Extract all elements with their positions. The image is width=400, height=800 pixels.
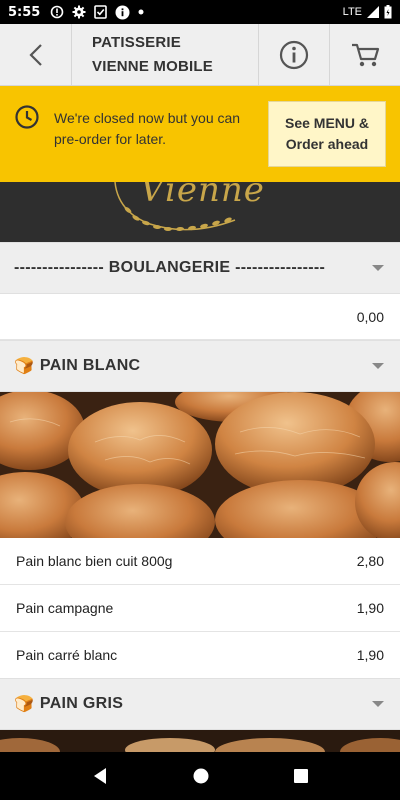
app-title-line1: PATISSERIE — [92, 33, 181, 51]
status-bar: 5:55 LTE — [0, 0, 400, 24]
chevron-left-icon — [28, 44, 42, 66]
home-circle-icon[interactable] — [192, 767, 210, 785]
chevron-down-icon — [372, 265, 384, 271]
logo-banner: Vienne — [0, 182, 400, 242]
status-right: LTE — [343, 5, 392, 19]
notification-icon — [51, 5, 64, 19]
logo-text: Vienne — [140, 182, 265, 210]
bread-photo — [0, 392, 400, 538]
chevron-down-icon — [372, 701, 384, 707]
order-ahead-button[interactable]: See MENU & Order ahead — [268, 101, 386, 167]
dot-icon — [138, 9, 144, 15]
recents-square-icon[interactable] — [293, 768, 309, 784]
list-item[interactable]: Pain blanc bien cuit 800g 2,80 — [0, 538, 400, 585]
chevron-down-icon — [372, 363, 384, 369]
back-triangle-icon[interactable] — [91, 767, 109, 785]
item-price: 0,00 — [356, 308, 384, 325]
battery-icon — [384, 5, 392, 19]
network-label: LTE — [342, 6, 362, 18]
item-price: 1,90 — [356, 647, 384, 663]
section-title: PAIN GRIS — [39, 695, 124, 712]
settings-icon — [72, 5, 86, 19]
system-nav-bar — [0, 752, 400, 800]
list-item[interactable]: 0,00 — [0, 294, 400, 340]
app-title-line2: VIENNE MOBILE — [92, 57, 213, 75]
signal-icon — [367, 6, 379, 18]
item-name: Pain campagne — [16, 600, 114, 616]
app-bar: PATISSERIE VIENNE MOBILE — [0, 24, 400, 86]
order-ahead-line2: Order ahead — [285, 136, 369, 152]
closed-banner: We're closed now but you can pre-order f… — [0, 86, 400, 182]
info-icon — [115, 5, 130, 19]
item-name: Pain blanc bien cuit 800g — [16, 553, 173, 569]
status-time: 5:55 — [8, 4, 41, 20]
section-header-pain-blanc[interactable]: 🍞 PAIN BLANC — [0, 340, 400, 392]
section-header-boulangerie[interactable]: ---------------- BOULANGERIE -----------… — [0, 242, 400, 294]
bread-photo-gris — [0, 730, 400, 752]
status-icons — [50, 5, 144, 20]
bread-icon: 🍞 — [14, 358, 34, 375]
checklist-icon — [94, 5, 108, 19]
info-button[interactable] — [258, 24, 329, 86]
back-button[interactable] — [0, 24, 72, 86]
section-title: PAIN BLANC — [39, 357, 141, 374]
section-header-pain-gris[interactable]: 🍞 PAIN GRIS — [0, 678, 400, 730]
bread-icon: 🍞 — [14, 696, 34, 713]
list-item[interactable]: Pain campagne 1,90 — [0, 585, 400, 632]
cart-button[interactable] — [329, 24, 400, 86]
order-ahead-line1: See MENU & — [284, 115, 370, 131]
closed-message: We're closed now but you can pre-order f… — [54, 110, 241, 147]
cart-icon — [352, 43, 380, 67]
item-price: 1,90 — [356, 600, 384, 616]
clock-icon — [15, 105, 39, 129]
app-title: PATISSERIE VIENNE MOBILE — [72, 24, 258, 85]
info-icon — [279, 40, 309, 70]
section-title: ---------------- BOULANGERIE -----------… — [14, 259, 326, 276]
item-price: 2,80 — [356, 553, 384, 569]
list-item[interactable]: Pain carré blanc 1,90 — [0, 632, 400, 679]
item-name: Pain carré blanc — [16, 647, 118, 663]
